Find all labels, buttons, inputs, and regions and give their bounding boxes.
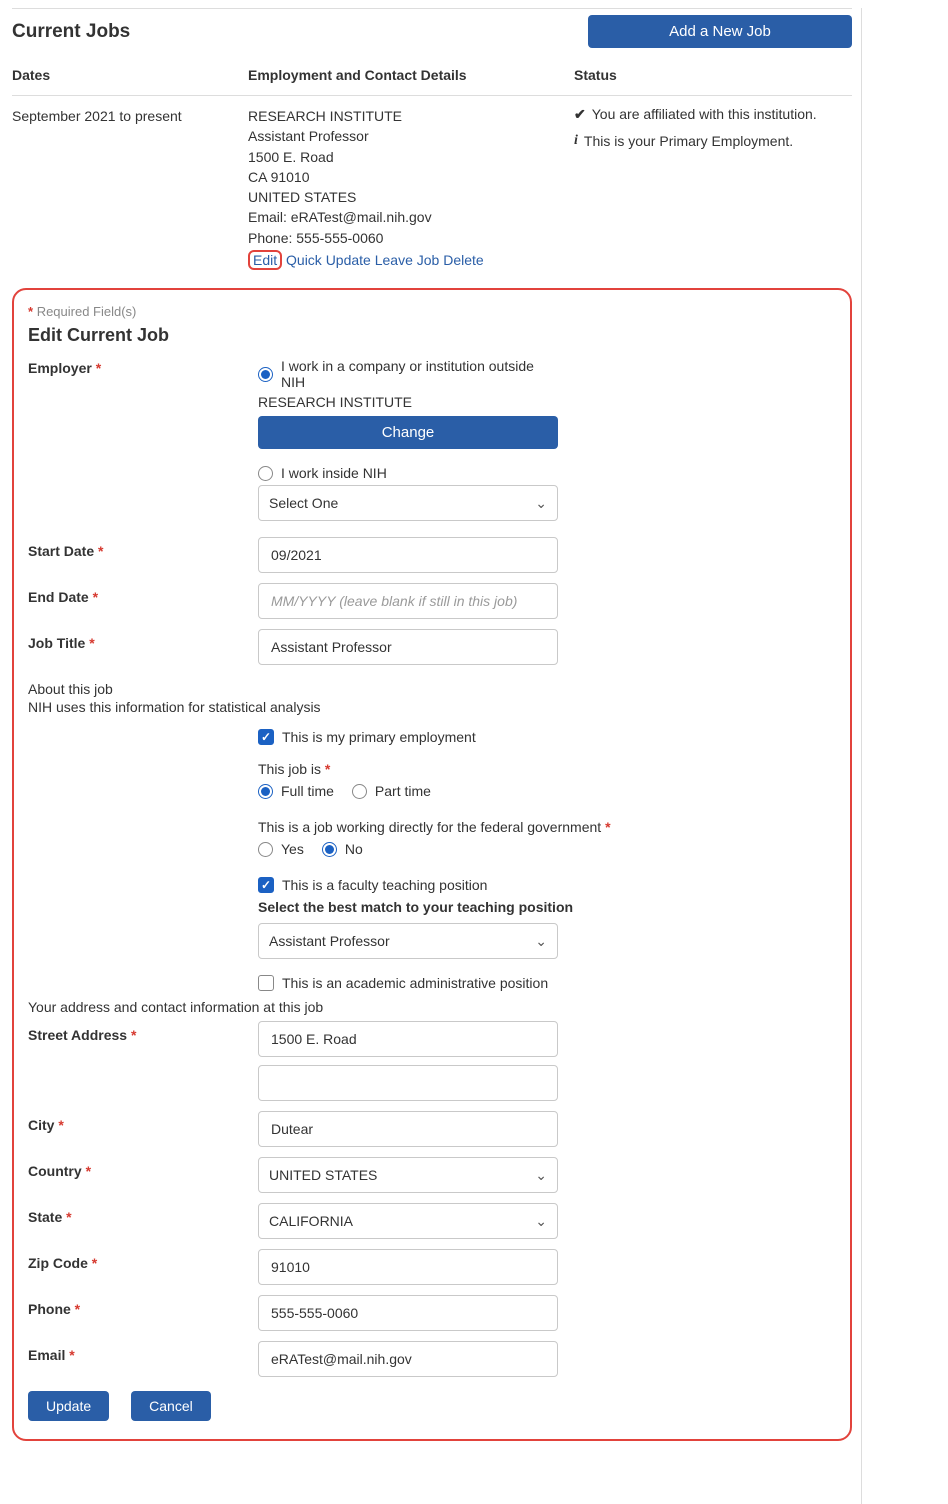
teaching-position-value: Assistant Professor bbox=[269, 933, 390, 949]
label-country: Country * bbox=[28, 1157, 258, 1179]
label-street: Street Address * bbox=[28, 1021, 258, 1043]
job-phone: Phone: 555-555-0060 bbox=[248, 228, 574, 248]
federal-question-label: This is a job working directly for the f… bbox=[258, 819, 778, 835]
info-icon: i bbox=[574, 133, 578, 149]
academic-admin-checkbox[interactable] bbox=[258, 975, 274, 991]
radio-part-time-label: Part time bbox=[375, 783, 431, 799]
form-title: Edit Current Job bbox=[28, 325, 836, 346]
col-header-dates: Dates bbox=[12, 67, 248, 83]
chevron-down-icon: ⌄ bbox=[535, 1213, 547, 1230]
chevron-down-icon: ⌄ bbox=[535, 1167, 547, 1184]
end-date-input-wrap bbox=[258, 583, 558, 619]
job-title-text: Assistant Professor bbox=[248, 126, 574, 146]
top-divider bbox=[12, 8, 852, 9]
start-date-input-wrap bbox=[258, 537, 558, 573]
chevron-down-icon: ⌄ bbox=[535, 495, 547, 512]
about-note: NIH uses this information for statistica… bbox=[28, 699, 836, 715]
radio-part-time[interactable] bbox=[352, 784, 367, 799]
teaching-match-label: Select the best match to your teaching p… bbox=[258, 899, 778, 915]
primary-employment-checkbox[interactable] bbox=[258, 729, 274, 745]
job-row: September 2021 to present RESEARCH INSTI… bbox=[12, 106, 852, 270]
leave-job-link[interactable]: Leave Job bbox=[375, 252, 440, 268]
state-select[interactable]: CALIFORNIA ⌄ bbox=[258, 1203, 558, 1239]
email-input[interactable] bbox=[269, 1350, 547, 1368]
edit-link[interactable]: Edit bbox=[248, 250, 282, 270]
end-date-input[interactable] bbox=[269, 592, 547, 610]
phone-input[interactable] bbox=[269, 1304, 547, 1322]
city-input[interactable] bbox=[269, 1120, 547, 1138]
quick-update-link[interactable]: Quick Update bbox=[286, 252, 371, 268]
delete-link[interactable]: Delete bbox=[443, 252, 483, 268]
edit-job-form: * Required Field(s) Edit Current Job Emp… bbox=[12, 288, 852, 1441]
cancel-button[interactable]: Cancel bbox=[131, 1391, 211, 1421]
radio-outside-nih-label: I work in a company or institution outsi… bbox=[281, 358, 558, 390]
radio-full-time-label: Full time bbox=[281, 783, 334, 799]
radio-federal-no-label: No bbox=[345, 841, 363, 857]
change-employer-button[interactable]: Change bbox=[258, 416, 558, 449]
inside-nih-select-value: Select One bbox=[269, 495, 338, 511]
inside-nih-select[interactable]: Select One ⌄ bbox=[258, 485, 558, 521]
radio-federal-yes-label: Yes bbox=[281, 841, 304, 857]
start-date-input[interactable] bbox=[269, 546, 547, 564]
academic-admin-label: This is an academic administrative posit… bbox=[282, 975, 548, 991]
label-employer: Employer * bbox=[28, 354, 258, 376]
label-start-date: Start Date * bbox=[28, 537, 258, 559]
job-title-input-wrap bbox=[258, 629, 558, 665]
street2-input[interactable] bbox=[269, 1074, 547, 1092]
job-title-input[interactable] bbox=[269, 638, 547, 656]
status-primary: This is your Primary Employment. bbox=[584, 133, 793, 149]
label-city: City * bbox=[28, 1111, 258, 1133]
label-state: State * bbox=[28, 1203, 258, 1225]
job-email: Email: eRATest@mail.nih.gov bbox=[248, 207, 574, 227]
street-input[interactable] bbox=[269, 1030, 547, 1048]
country-select[interactable]: UNITED STATES ⌄ bbox=[258, 1157, 558, 1193]
update-button[interactable]: Update bbox=[28, 1391, 109, 1421]
add-new-job-button[interactable]: Add a New Job bbox=[588, 15, 852, 48]
employer-institution: RESEARCH INSTITUTE bbox=[258, 394, 558, 410]
status-affiliated: You are affiliated with this institution… bbox=[592, 106, 817, 122]
job-institution: RESEARCH INSTITUTE bbox=[248, 106, 574, 126]
label-zip: Zip Code * bbox=[28, 1249, 258, 1271]
page-title: Current Jobs bbox=[12, 21, 588, 43]
about-heading: About this job bbox=[28, 681, 836, 697]
required-fields-text: Required Field(s) bbox=[37, 304, 137, 319]
job-dates: September 2021 to present bbox=[12, 106, 248, 124]
check-icon bbox=[574, 106, 586, 123]
street-input-wrap bbox=[258, 1021, 558, 1057]
faculty-checkbox[interactable] bbox=[258, 877, 274, 893]
job-street: 1500 E. Road bbox=[248, 147, 574, 167]
radio-inside-nih-label: I work inside NIH bbox=[281, 465, 387, 481]
header-divider bbox=[12, 95, 852, 96]
job-country: UNITED STATES bbox=[248, 187, 574, 207]
chevron-down-icon: ⌄ bbox=[535, 933, 547, 950]
street2-input-wrap bbox=[258, 1065, 558, 1101]
radio-federal-yes[interactable] bbox=[258, 842, 273, 857]
col-header-status: Status bbox=[574, 67, 844, 83]
col-header-details: Employment and Contact Details bbox=[248, 67, 574, 83]
label-phone: Phone * bbox=[28, 1295, 258, 1317]
radio-federal-no[interactable] bbox=[322, 842, 337, 857]
zip-input[interactable] bbox=[269, 1258, 547, 1276]
radio-inside-nih[interactable] bbox=[258, 466, 273, 481]
primary-employment-label: This is my primary employment bbox=[282, 729, 476, 745]
faculty-label: This is a faculty teaching position bbox=[282, 877, 487, 893]
label-end-date: End Date * bbox=[28, 583, 258, 605]
required-fields-note: * Required Field(s) bbox=[28, 304, 836, 319]
this-job-is-label: This job is * bbox=[258, 761, 778, 777]
radio-outside-nih[interactable] bbox=[258, 367, 273, 382]
label-job-title: Job Title * bbox=[28, 629, 258, 651]
label-email: Email * bbox=[28, 1341, 258, 1363]
job-region: CA 91010 bbox=[248, 167, 574, 187]
address-heading: Your address and contact information at … bbox=[28, 999, 836, 1015]
country-value: UNITED STATES bbox=[269, 1167, 377, 1183]
teaching-position-select[interactable]: Assistant Professor ⌄ bbox=[258, 923, 558, 959]
state-value: CALIFORNIA bbox=[269, 1213, 353, 1229]
radio-full-time[interactable] bbox=[258, 784, 273, 799]
panel-divider bbox=[861, 8, 862, 1504]
